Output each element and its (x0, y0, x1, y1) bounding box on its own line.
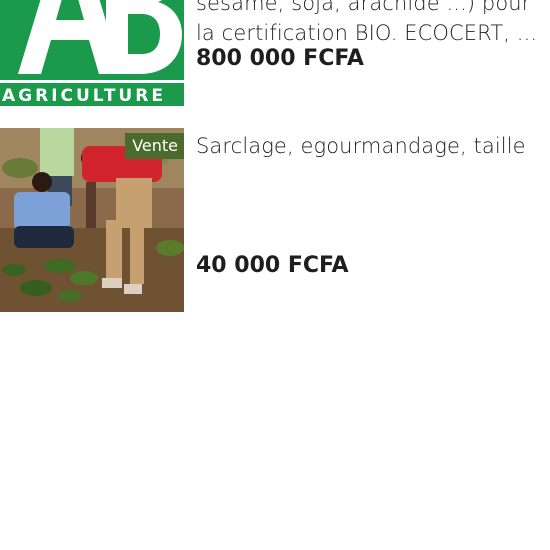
listing-price: 800 000 FCFA (196, 46, 364, 71)
list-item[interactable]: Vente Sarclage, egourmandage, taille 40 … (0, 128, 550, 312)
list-item[interactable]: AGRICULTURE sésame, soja, arachide ...) … (0, 0, 550, 106)
listing-description[interactable]: sésame, soja, arachide ...) pour la cert… (196, 0, 542, 48)
sale-badge: Vente (125, 133, 184, 159)
ab-agriculture-logo[interactable]: AGRICULTURE (0, 0, 184, 106)
description-line: la certification BIO. ECOCERT, ... (196, 21, 538, 45)
listing-price: 40 000 FCFA (196, 253, 349, 278)
description-line: Sarclage, egourmandage, taille (196, 134, 526, 158)
listing-description[interactable]: Sarclage, egourmandage, taille (196, 131, 542, 161)
description-line: sésame, soja, arachide ...) pour (196, 0, 531, 15)
ab-caption: AGRICULTURE (0, 80, 184, 106)
listing-photo[interactable]: Vente (0, 128, 184, 312)
